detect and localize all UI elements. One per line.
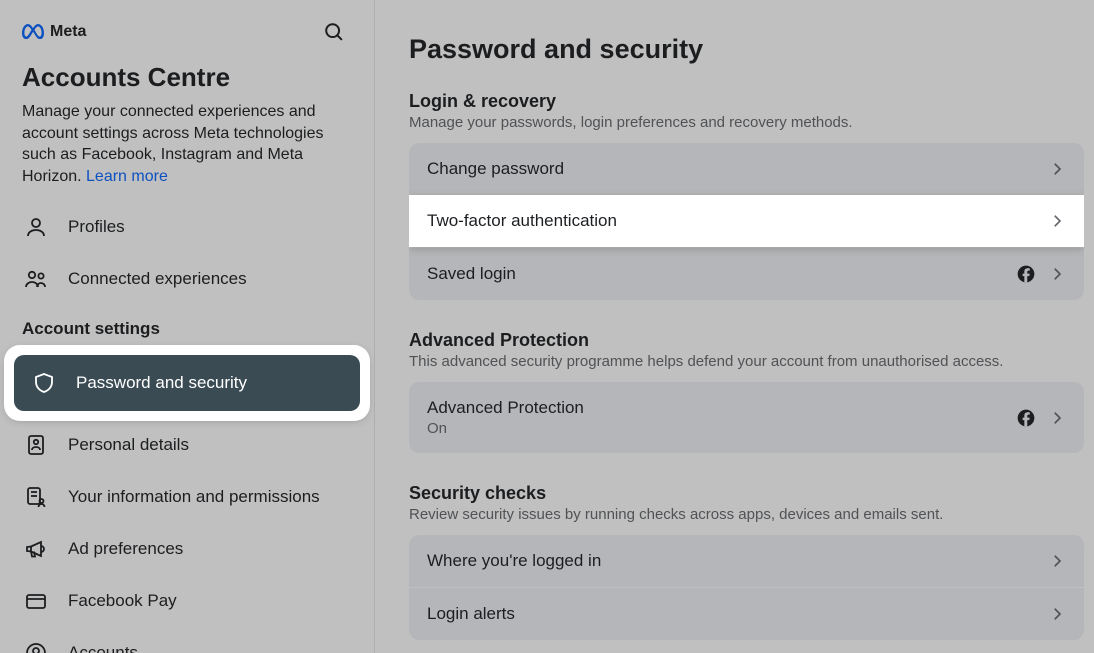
sidebar-item-personal-details[interactable]: Personal details	[0, 419, 374, 471]
section-sub-login: Manage your passwords, login preferences…	[409, 114, 1084, 131]
card-icon	[22, 587, 50, 615]
row-label: Where you're logged in	[427, 551, 601, 571]
doc-person-icon	[22, 483, 50, 511]
login-card-list: Change password Two-factor authenticatio…	[409, 143, 1084, 300]
sidebar-item-label: Password and security	[76, 373, 247, 393]
sidebar-item-label: Your information and permissions	[68, 487, 320, 507]
megaphone-icon	[22, 535, 50, 563]
sidebar-item-label: Accounts	[68, 643, 138, 653]
sidebar-item-label: Ad preferences	[68, 539, 183, 559]
checks-card-list: Where you're logged in Login alerts	[409, 535, 1084, 640]
row-two-factor[interactable]: Two-factor authentication	[409, 195, 1084, 247]
advanced-card-list: Advanced Protection On	[409, 382, 1084, 453]
sidebar-item-label: Personal details	[68, 435, 189, 455]
id-card-icon	[22, 431, 50, 459]
sidebar-item-label: Facebook Pay	[68, 591, 177, 611]
row-advanced-protection[interactable]: Advanced Protection On	[409, 382, 1084, 453]
learn-more-link[interactable]: Learn more	[86, 168, 168, 185]
sidebar-item-label: Profiles	[68, 217, 125, 237]
row-saved-login[interactable]: Saved login	[409, 247, 1084, 300]
sidebar-item-ad-preferences[interactable]: Ad preferences	[0, 523, 374, 575]
sidebar-item-accounts[interactable]: Accounts	[0, 627, 374, 653]
chevron-right-icon	[1048, 265, 1066, 283]
section-title-login: Login & recovery	[409, 91, 1084, 112]
sidebar-item-info-permissions[interactable]: Your information and permissions	[0, 471, 374, 523]
meta-logo-icon	[22, 24, 44, 40]
chevron-right-icon	[1048, 160, 1066, 178]
row-change-password[interactable]: Change password	[409, 143, 1084, 195]
sidebar-item-password-security-highlight: Password and security	[8, 349, 366, 417]
sidebar-description: Manage your connected experiences and ac…	[0, 101, 374, 201]
row-status: On	[427, 420, 584, 437]
chevron-right-icon	[1048, 212, 1066, 230]
chevron-right-icon	[1048, 552, 1066, 570]
row-label: Login alerts	[427, 604, 515, 624]
page-title: Password and security	[409, 34, 1084, 65]
sidebar-item-profiles[interactable]: Profiles	[0, 201, 374, 253]
row-login-alerts[interactable]: Login alerts	[409, 587, 1084, 640]
shield-icon	[30, 369, 58, 397]
people-icon	[22, 265, 50, 293]
person-icon	[22, 213, 50, 241]
search-button[interactable]	[316, 14, 352, 50]
section-sub-advanced: This advanced security programme helps d…	[409, 353, 1084, 370]
sidebar: Meta Accounts Centre Manage your connect…	[0, 0, 375, 653]
account-icon	[22, 639, 50, 653]
row-where-logged-in[interactable]: Where you're logged in	[409, 535, 1084, 587]
row-label: Two-factor authentication	[427, 211, 617, 231]
sidebar-item-password-security[interactable]: Password and security	[14, 355, 360, 411]
sidebar-item-facebook-pay[interactable]: Facebook Pay	[0, 575, 374, 627]
facebook-icon	[1016, 264, 1036, 284]
chevron-right-icon	[1048, 605, 1066, 623]
sidebar-item-connected[interactable]: Connected experiences	[0, 253, 374, 305]
section-title-advanced: Advanced Protection	[409, 330, 1084, 351]
brand-row: Meta	[0, 14, 374, 56]
row-label: Saved login	[427, 264, 516, 284]
sidebar-title: Accounts Centre	[0, 56, 374, 101]
sidebar-section-head: Account settings	[0, 305, 374, 347]
sidebar-item-label: Connected experiences	[68, 269, 247, 289]
facebook-icon	[1016, 408, 1036, 428]
chevron-right-icon	[1048, 409, 1066, 427]
brand-name: Meta	[50, 23, 86, 41]
row-label: Advanced Protection	[427, 398, 584, 418]
main-content: Password and security Login & recovery M…	[375, 0, 1094, 653]
section-title-checks: Security checks	[409, 483, 1084, 504]
section-sub-checks: Review security issues by running checks…	[409, 506, 1084, 523]
row-label: Change password	[427, 159, 564, 179]
